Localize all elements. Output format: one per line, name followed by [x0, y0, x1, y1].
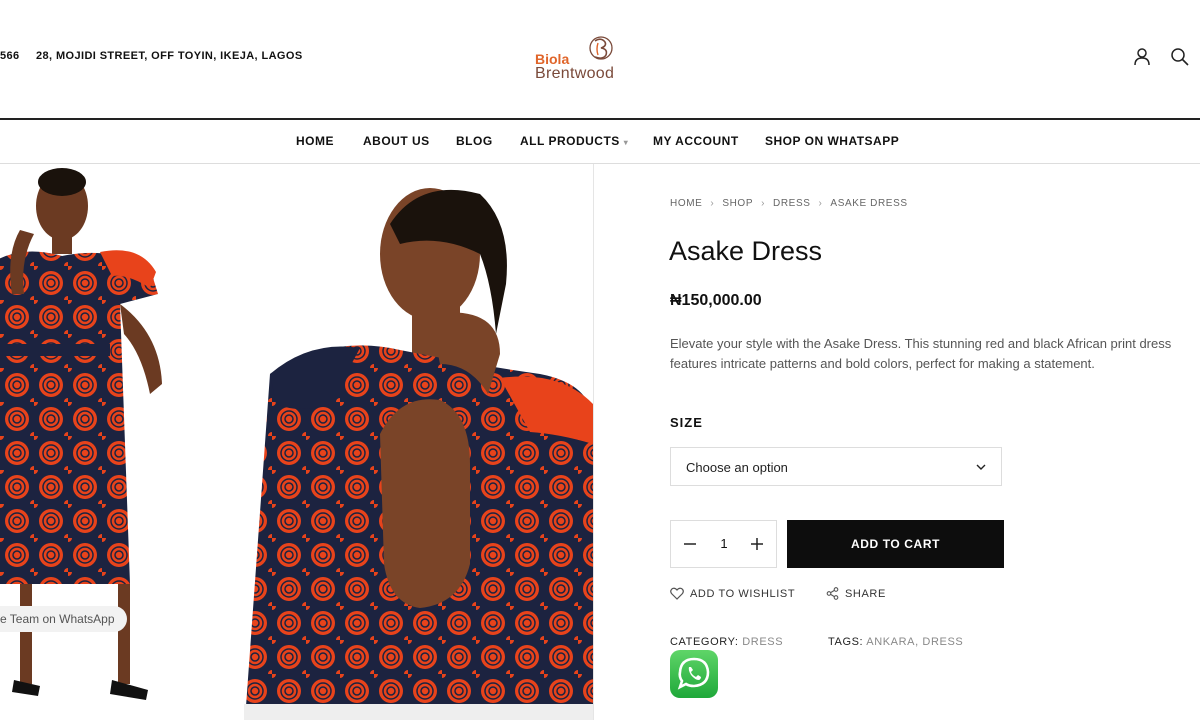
whatsapp-button[interactable]	[670, 650, 718, 698]
plus-icon[interactable]	[746, 533, 768, 555]
logo-monogram-icon	[589, 36, 613, 60]
size-select[interactable]: Choose an option	[670, 447, 1002, 486]
whatsapp-icon	[677, 657, 710, 690]
breadcrumb-home[interactable]: HOME	[670, 198, 702, 209]
category-link[interactable]: DRESS	[742, 636, 783, 648]
breadcrumb-dress[interactable]: DRESS	[773, 198, 810, 209]
top-header: 566 28, MOJIDI STREET, OFF TOYIN, IKEJA,…	[0, 0, 1200, 118]
heart-icon	[670, 587, 684, 600]
nav-about-us[interactable]: ABOUT US	[363, 134, 430, 148]
product-price: ₦150,000.00	[670, 292, 762, 309]
add-to-wishlist-label: ADD TO WISHLIST	[690, 588, 796, 600]
share-icon	[826, 587, 839, 600]
size-label: SIZE	[670, 415, 703, 430]
chevron-down-icon: ▾	[623, 138, 629, 147]
logo-word-brentwood: Brentwood	[535, 65, 615, 82]
product-gallery	[0, 164, 593, 720]
size-select-value: Choose an option	[686, 460, 788, 475]
tags-label: TAGS:	[828, 636, 864, 648]
breadcrumb-current: ASAKE DRESS	[830, 198, 908, 209]
nav-shop-on-whatsapp[interactable]: SHOP ON WHATSAPP	[765, 134, 899, 148]
whatsapp-chat-pill[interactable]: e Team on WhatsApp	[0, 606, 127, 632]
product-category: CATEGORY: DRESS	[670, 636, 783, 648]
breadcrumb-shop[interactable]: SHOP	[722, 198, 753, 209]
share-label: SHARE	[845, 588, 886, 600]
nav-home[interactable]: HOME	[296, 134, 334, 148]
user-icon[interactable]	[1131, 46, 1153, 68]
quantity-stepper: 1	[670, 520, 777, 568]
chevron-right-icon: ›	[761, 198, 766, 209]
site-logo[interactable]: Biola Brentwood	[533, 33, 657, 85]
product-title: Asake Dress	[669, 236, 823, 266]
product-tags: TAGS: ANKARA, DRESS	[828, 636, 963, 648]
main-nav: HOME ABOUT US BLOG ALL PRODUCTS ▾ MY ACCO…	[0, 120, 1200, 164]
phone-number: 566	[0, 50, 20, 62]
product-photo-detail[interactable]	[244, 188, 593, 720]
share-link[interactable]: SHARE	[826, 587, 886, 600]
add-to-wishlist-link[interactable]: ADD TO WISHLIST	[670, 587, 795, 600]
product-images	[0, 168, 593, 720]
nav-all-products[interactable]: ALL PRODUCTS ▾	[520, 134, 628, 148]
add-to-cart-button[interactable]: ADD TO CART	[787, 520, 1004, 568]
category-label: CATEGORY:	[670, 636, 739, 648]
gallery-divider	[593, 164, 594, 720]
nav-my-account[interactable]: MY ACCOUNT	[653, 134, 739, 148]
tags-links[interactable]: ANKARA, DRESS	[866, 636, 963, 648]
nav-blog[interactable]: BLOG	[456, 134, 493, 148]
breadcrumb: HOME › SHOP › DRESS › ASAKE DRESS	[670, 198, 908, 209]
chevron-right-icon: ›	[710, 198, 715, 209]
minus-icon[interactable]	[679, 533, 701, 555]
chevron-down-icon	[976, 464, 986, 470]
quantity-input[interactable]: 1	[715, 536, 733, 551]
nav-all-products-label: ALL PRODUCTS	[520, 134, 620, 148]
search-icon[interactable]	[1169, 46, 1191, 68]
store-address: 28, MOJIDI STREET, OFF TOYIN, IKEJA, LAG…	[36, 50, 303, 62]
chevron-right-icon: ›	[818, 198, 823, 209]
product-description: Elevate your style with the Asake Dress.…	[670, 336, 1172, 371]
